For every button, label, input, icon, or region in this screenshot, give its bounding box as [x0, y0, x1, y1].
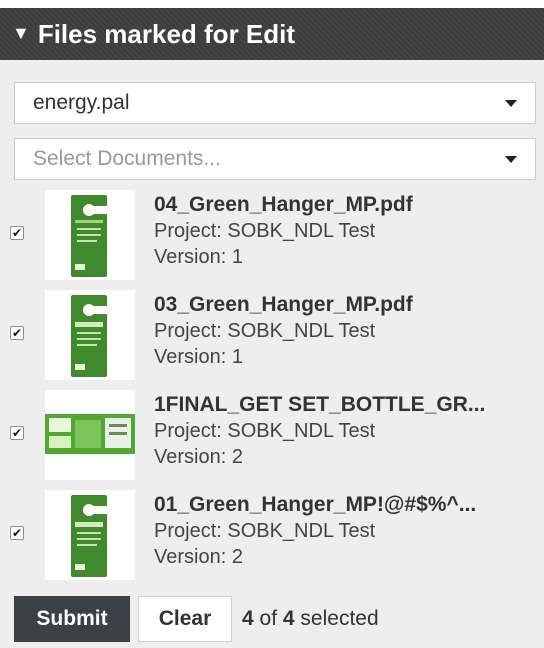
selected-text: selected — [300, 607, 379, 630]
list-item: ✔ 03_Green_Hanger_MP.pdf Project: SOBK_N… — [0, 290, 544, 382]
file-project: Project: SOBK_NDL Test — [154, 220, 376, 242]
file-thumbnail — [45, 190, 135, 280]
chevron-down-icon[interactable] — [505, 155, 517, 163]
file-name: 01_Green_Hanger_MP!@#$%^... — [154, 493, 477, 516]
submit-button[interactable]: Submit — [14, 596, 130, 642]
file-thumbnail — [45, 390, 135, 480]
file-checkbox[interactable]: ✔ — [10, 526, 24, 540]
file-checkbox[interactable]: ✔ — [10, 226, 24, 240]
file-project: Project: SOBK_NDL Test — [154, 520, 376, 542]
list-item: ✔ 04_Green_Hanger_MP.pdf Project: SOBK_N… — [0, 190, 544, 282]
file-version: Version: 1 — [154, 246, 243, 268]
selected-count: 4 — [242, 607, 254, 630]
file-project: Project: SOBK_NDL Test — [154, 320, 376, 342]
total-count: 4 — [282, 607, 295, 630]
file-name: 1FINAL_GET SET_BOTTLE_GR... — [154, 393, 486, 416]
palette-select[interactable]: energy.pal — [14, 82, 536, 124]
documents-select-placeholder: Select Documents... — [33, 147, 221, 170]
file-thumbnail — [45, 490, 135, 580]
file-version: Version: 2 — [154, 546, 243, 568]
documents-select[interactable]: Select Documents... — [14, 138, 536, 180]
files-marked-panel: ▼ Files marked for Edit energy.pal Selec… — [0, 8, 544, 648]
caret-down-icon[interactable]: ▼ — [12, 23, 30, 44]
file-thumbnail — [45, 290, 135, 380]
file-version: Version: 2 — [154, 446, 243, 468]
of-text: of — [259, 607, 278, 630]
palette-select-value: energy.pal — [33, 91, 130, 114]
file-name: 04_Green_Hanger_MP.pdf — [154, 193, 413, 216]
list-item: ✔ 1FINAL_GET SET_BOTTLE_GR... Project: S… — [0, 390, 544, 482]
file-checkbox[interactable]: ✔ — [10, 326, 24, 340]
selection-count: 4 of 4 selected — [242, 607, 379, 631]
panel-footer: Submit Clear 4 of 4 selected — [14, 596, 379, 642]
panel-header[interactable]: ▼ Files marked for Edit — [0, 8, 544, 60]
list-item: ✔ 01_Green_Hanger_MP!@#$%^... Project: S… — [0, 490, 544, 582]
file-version: Version: 1 — [154, 346, 243, 368]
chevron-down-icon[interactable] — [505, 99, 517, 107]
clear-button[interactable]: Clear — [138, 596, 232, 642]
file-project: Project: SOBK_NDL Test — [154, 420, 376, 442]
file-name: 03_Green_Hanger_MP.pdf — [154, 293, 413, 316]
file-checkbox[interactable]: ✔ — [10, 426, 24, 440]
panel-title: Files marked for Edit — [37, 18, 296, 49]
